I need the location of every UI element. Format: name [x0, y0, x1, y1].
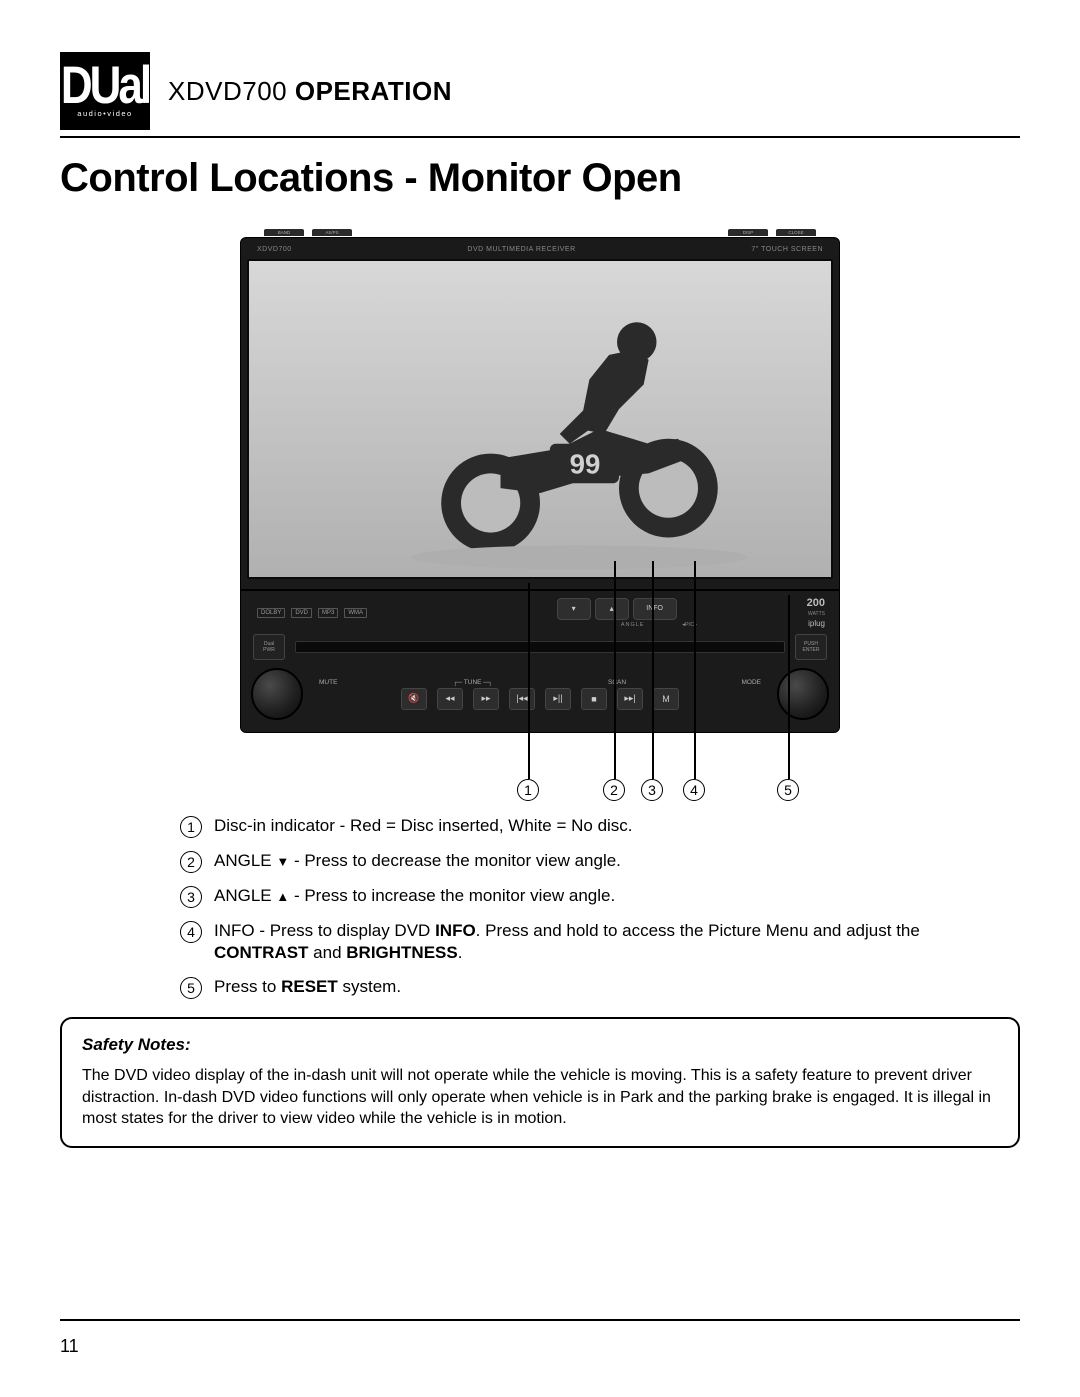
callout-5: 5: [777, 779, 799, 801]
watts-value: 200: [807, 597, 825, 609]
right-slot-enter: ENTER: [803, 647, 820, 653]
leader-3: [652, 561, 654, 779]
badge-dolby: DOLBY: [257, 608, 285, 618]
pc-label: ◂P/C▸: [673, 622, 707, 628]
mode-label: MODE: [741, 679, 761, 686]
leader-2: [614, 561, 616, 779]
disc-slot: [295, 641, 785, 653]
callout-4: 4: [683, 779, 705, 801]
format-badges: DOLBY DVD MP3 WMA: [249, 606, 375, 620]
header-rule: [60, 136, 1020, 138]
callout-1: 1: [517, 779, 539, 801]
brand-logo: DUal audio•video: [60, 52, 150, 130]
receiver-label: DVD MULTIMEDIA RECEIVER: [467, 246, 575, 253]
leader-5: [788, 595, 790, 779]
desc-item-5: 5 Press to RESET system.: [180, 976, 1020, 999]
callout-3: 3: [641, 779, 663, 801]
leader-1: [528, 583, 530, 779]
disc-slot-row: Dual PWR PUSH ENTER: [249, 634, 831, 660]
tune-label: TUNE: [464, 679, 482, 686]
iplug-label: iplug: [808, 619, 825, 628]
desc-num-1: 1: [180, 816, 202, 838]
left-slot-badge: Dual PWR: [253, 634, 285, 660]
leader-4: [694, 561, 696, 779]
playpause-button: ▸||: [545, 688, 571, 710]
safety-body: The DVD video display of the in-dash uni…: [82, 1065, 998, 1130]
badge-dvd: DVD: [291, 608, 312, 618]
device-illustration: BAND AS/PS DISP CLOSE XDVD700 DVD MULTIM…: [240, 229, 840, 733]
badge-wma: WMA: [344, 608, 367, 618]
desc-item-2: 2 ANGLE - Press to decrease the monitor …: [180, 850, 1020, 873]
right-slot-badge: PUSH ENTER: [795, 634, 827, 660]
prev-button: |◂◂: [509, 688, 535, 710]
tab-close: CLOSE: [776, 229, 816, 236]
desc-text-1: Disc-in indicator - Red = Disc inserted,…: [214, 815, 633, 837]
desc-item-3: 3 ANGLE - Press to increase the monitor …: [180, 885, 1020, 908]
ff-button: ▸▸: [473, 688, 499, 710]
watts-unit: WATTS: [808, 611, 825, 617]
controls-row: MUTE ┌─ TUNE ─┐ SCAN MODE 🔇 ◂◂ ▸▸ |◂◂ ▸|…: [249, 666, 831, 722]
select-knob: [777, 668, 829, 720]
desc-num-3: 3: [180, 886, 202, 908]
section-title: Control Locations - Monitor Open: [60, 156, 1020, 201]
volume-knob: [251, 668, 303, 720]
rew-button: ◂◂: [437, 688, 463, 710]
model-label: XDVD700: [257, 246, 292, 253]
callout-leaders: 1 2 3 4 5: [240, 733, 840, 803]
motocross-rider-icon: 99: [249, 261, 831, 577]
touch-screen: 99: [247, 259, 833, 579]
header-model: XDVD700: [168, 76, 287, 106]
base-unit: DOLBY DVD MP3 WMA ▾ ▴ INFO ANGLE ◂P/C▸: [240, 590, 840, 733]
mute-button: 🔇: [401, 688, 427, 710]
left-slot-pwr: PWR: [263, 647, 275, 653]
next-button: ▸▸|: [617, 688, 643, 710]
brand-logo-text: DUal: [61, 62, 149, 110]
desc-text-5: Press to RESET system.: [214, 976, 401, 998]
mode-button: M: [653, 688, 679, 710]
page-header: DUal audio•video XDVD700 OPERATION: [60, 52, 1020, 130]
desc-num-5: 5: [180, 977, 202, 999]
footer-rule: [60, 1319, 1020, 1321]
scan-label: SCAN: [608, 679, 626, 686]
safety-title: Safety Notes:: [82, 1035, 998, 1055]
desc-item-1: 1 Disc-in indicator - Red = Disc inserte…: [180, 815, 1020, 838]
header-title: XDVD700 OPERATION: [168, 76, 452, 107]
angle-up-button: ▴: [595, 598, 629, 620]
desc-text-2: ANGLE - Press to decrease the monitor vi…: [214, 850, 621, 872]
top-tabs: BAND AS/PS DISP CLOSE: [240, 229, 840, 237]
safety-notes-box: Safety Notes: The DVD video display of t…: [60, 1017, 1020, 1148]
desc-text-4: INFO - Press to display DVD INFO. Press …: [214, 920, 944, 964]
power-rating: 200 WATTS iplug: [807, 597, 825, 628]
page-number: 11: [60, 1336, 79, 1357]
header-section: OPERATION: [295, 76, 452, 106]
tab-disp: DISP: [728, 229, 768, 236]
desc-text-3: ANGLE - Press to increase the monitor vi…: [214, 885, 615, 907]
tab-asps: AS/PS: [312, 229, 352, 236]
angle-label: ANGLE: [597, 622, 669, 628]
desc-num-2: 2: [180, 851, 202, 873]
mute-label: MUTE: [319, 679, 337, 686]
angle-down-button: ▾: [557, 598, 591, 620]
desc-item-4: 4 INFO - Press to display DVD INFO. Pres…: [180, 920, 1020, 964]
badge-mp3: MP3: [318, 608, 338, 618]
tab-band: BAND: [264, 229, 304, 236]
stop-button: ■: [581, 688, 607, 710]
monitor-unit: XDVD700 DVD MULTIMEDIA RECEIVER 7" TOUCH…: [240, 237, 840, 590]
info-button: INFO: [633, 598, 677, 620]
desc-num-4: 4: [180, 921, 202, 943]
callout-2: 2: [603, 779, 625, 801]
angle-info-cluster: ▾ ▴ INFO: [557, 598, 677, 620]
svg-text:99: 99: [570, 448, 601, 479]
screen-size-label: 7" TOUCH SCREEN: [751, 246, 823, 253]
control-descriptions: 1 Disc-in indicator - Red = Disc inserte…: [180, 815, 1020, 999]
transport-buttons: 🔇 ◂◂ ▸▸ |◂◂ ▸|| ■ ▸▸| M: [313, 688, 767, 710]
